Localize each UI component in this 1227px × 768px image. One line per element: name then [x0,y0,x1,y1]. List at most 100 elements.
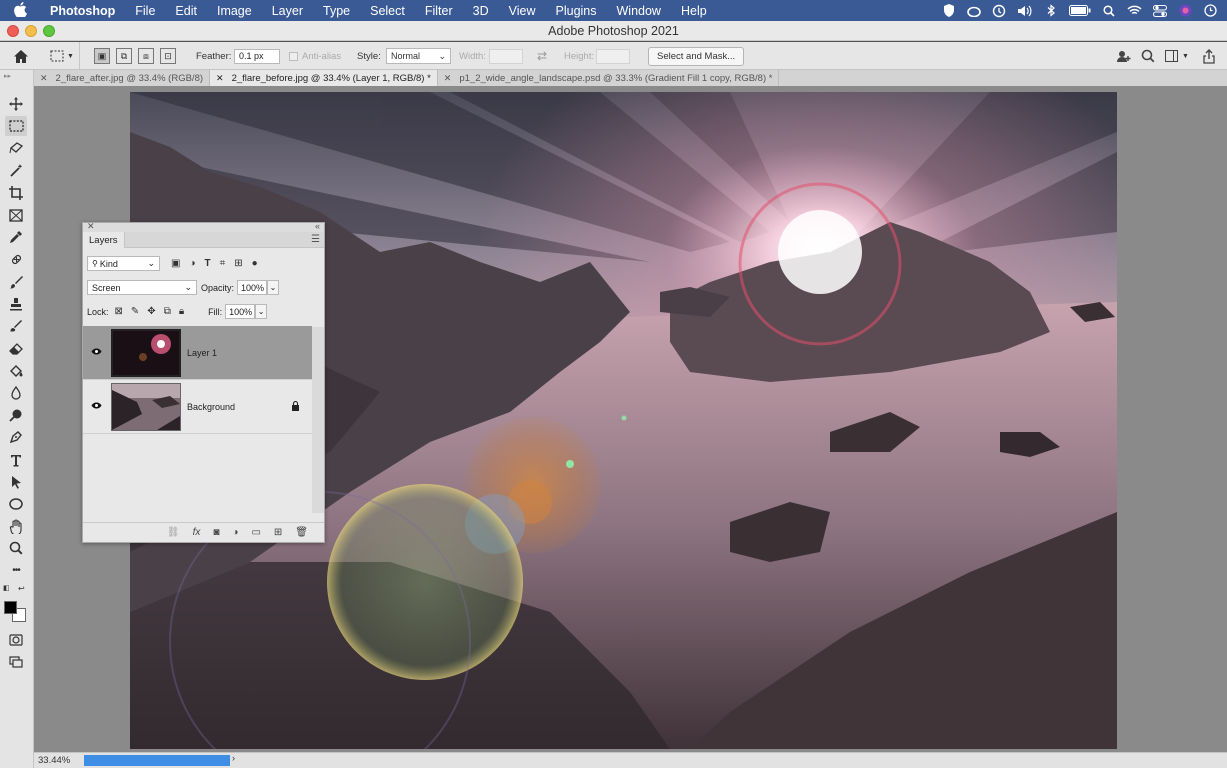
window-zoom-button[interactable] [43,25,55,37]
menu-filter[interactable]: Filter [415,4,463,18]
swap-colors-icon[interactable]: ↩ [18,584,25,593]
default-colors-icon[interactable]: ◧ [3,584,10,592]
menu-3d[interactable]: 3D [463,4,499,18]
lock-artboard-icon[interactable]: ⧉ [164,306,171,317]
lock-all-icon[interactable]: 🔒︎ [179,306,184,317]
menu-view[interactable]: View [499,4,546,18]
subtract-from-selection-icon[interactable]: ⧈ [138,48,154,64]
opacity-input[interactable]: 100% [237,280,268,295]
paint-bucket-tool-icon[interactable] [5,361,27,381]
filter-kind-select[interactable]: ⚲ Kind ⌄ [87,256,160,271]
type-filter-icon[interactable]: T [205,258,211,269]
lock-position-icon[interactable]: ✥ [147,306,155,317]
share-icon[interactable] [1116,42,1131,70]
chevron-right-icon[interactable]: › [232,753,235,763]
type-tool-icon[interactable] [5,450,27,470]
shape-filter-icon[interactable]: ⌗ [220,258,226,269]
zoom-level[interactable]: 33.44% [38,754,80,767]
adjustment-layer-icon[interactable]: ◑ [232,527,238,538]
ellipse-tool-icon[interactable] [5,494,27,514]
menu-window[interactable]: Window [607,4,671,18]
lock-icon[interactable] [291,400,300,413]
new-group-icon[interactable]: ▭ [251,527,260,538]
width-input[interactable] [489,48,523,64]
add-mask-icon[interactable]: ◙ [213,527,219,538]
eyedropper-tool-icon[interactable] [5,227,27,247]
healing-brush-tool-icon[interactable] [5,249,27,269]
shield-icon[interactable] [942,4,956,17]
move-tool-icon[interactable] [5,94,27,114]
crop-tool-icon[interactable] [5,183,27,203]
height-input[interactable] [596,48,630,64]
add-to-selection-icon[interactable]: ⧉ [116,48,132,64]
share-export-icon[interactable] [1203,42,1215,70]
clock-icon[interactable] [1203,4,1217,17]
panel-menu-icon[interactable]: ☰ [311,234,320,245]
feather-input[interactable]: 0.1 px [234,48,280,64]
layer-name[interactable]: Background [187,402,235,412]
trash-icon[interactable]: 🗑︎ [295,527,308,538]
brush-tool-icon[interactable] [5,272,27,292]
lasso-tool-icon[interactable] [5,138,27,158]
screen-mode-icon[interactable] [5,652,27,672]
swap-width-height-icon[interactable]: ⇄ [537,42,547,70]
blend-mode-select[interactable]: Screen ⌄ [87,280,197,295]
intersect-selection-icon[interactable]: ⊡ [160,48,176,64]
style-select[interactable]: Normal ⌄ [386,48,451,64]
menu-app-name[interactable]: Photoshop [40,4,125,18]
lock-pixels-icon[interactable]: ✎ [131,306,139,317]
select-and-mask-button[interactable]: Select and Mask... [648,46,745,66]
tab-flare-after[interactable]: ✕ 2_flare_after.jpg @ 33.4% (RGB/8) [34,70,211,86]
panel-collapse-icon[interactable]: ▸▸ [4,72,11,80]
menu-plugins[interactable]: Plugins [546,4,607,18]
window-minimize-button[interactable] [25,25,37,37]
eye-icon[interactable] [83,347,109,358]
menu-help[interactable]: Help [671,4,717,18]
hand-tool-icon[interactable] [5,516,27,536]
creative-cloud-icon[interactable] [967,5,981,17]
dodge-tool-icon[interactable] [5,405,27,425]
fill-slider-button[interactable]: ⌄ [255,304,268,319]
fill-input[interactable]: 100% [225,304,256,319]
filter-toggle-icon[interactable]: ● [252,258,258,269]
close-icon[interactable]: ✕ [444,73,452,84]
zoom-tool-icon[interactable] [5,538,27,558]
menu-type[interactable]: Type [313,4,360,18]
new-selection-icon[interactable]: ▣ [94,48,110,64]
link-layers-icon[interactable]: ⛓ [167,527,180,538]
search-icon[interactable] [1102,4,1116,17]
siri-icon[interactable] [1178,4,1192,17]
menu-file[interactable]: File [125,4,165,18]
tool-preset-picker[interactable]: ▼ [50,42,80,70]
window-close-button[interactable] [7,25,19,37]
layer-row[interactable]: Background [83,380,312,434]
magic-wand-tool-icon[interactable] [5,160,27,180]
menu-image[interactable]: Image [207,4,262,18]
lock-transparent-icon[interactable]: ⊠ [115,306,123,317]
more-tools-icon[interactable]: ••• [5,560,27,580]
bluetooth-icon[interactable] [1044,4,1058,17]
blur-tool-icon[interactable] [5,383,27,403]
adjustment-filter-icon[interactable]: ◑ [189,258,195,269]
close-icon[interactable]: ✕ [216,73,224,84]
menu-layer[interactable]: Layer [262,4,313,18]
time-machine-icon[interactable] [992,4,1006,18]
wifi-icon[interactable] [1127,5,1142,16]
layers-scrollbar[interactable] [312,327,324,513]
pen-tool-icon[interactable] [5,427,27,447]
fx-icon[interactable]: fx [193,527,201,538]
foreground-color-swatch[interactable] [4,601,17,614]
tab-layers[interactable]: Layers [83,232,125,248]
path-selection-tool-icon[interactable] [5,472,27,492]
volume-icon[interactable] [1017,5,1033,17]
marquee-tool-icon[interactable] [5,116,27,136]
close-icon[interactable]: ✕ [87,221,95,232]
smart-object-filter-icon[interactable]: ⊞ [234,258,242,269]
battery-icon[interactable] [1069,5,1091,16]
layer-name[interactable]: Layer 1 [187,348,217,358]
history-brush-tool-icon[interactable] [5,316,27,336]
layer-row[interactable]: Layer 1 [83,326,312,380]
menu-select[interactable]: Select [360,4,415,18]
frame-tool-icon[interactable] [5,205,27,225]
search-icon[interactable] [1141,42,1155,70]
